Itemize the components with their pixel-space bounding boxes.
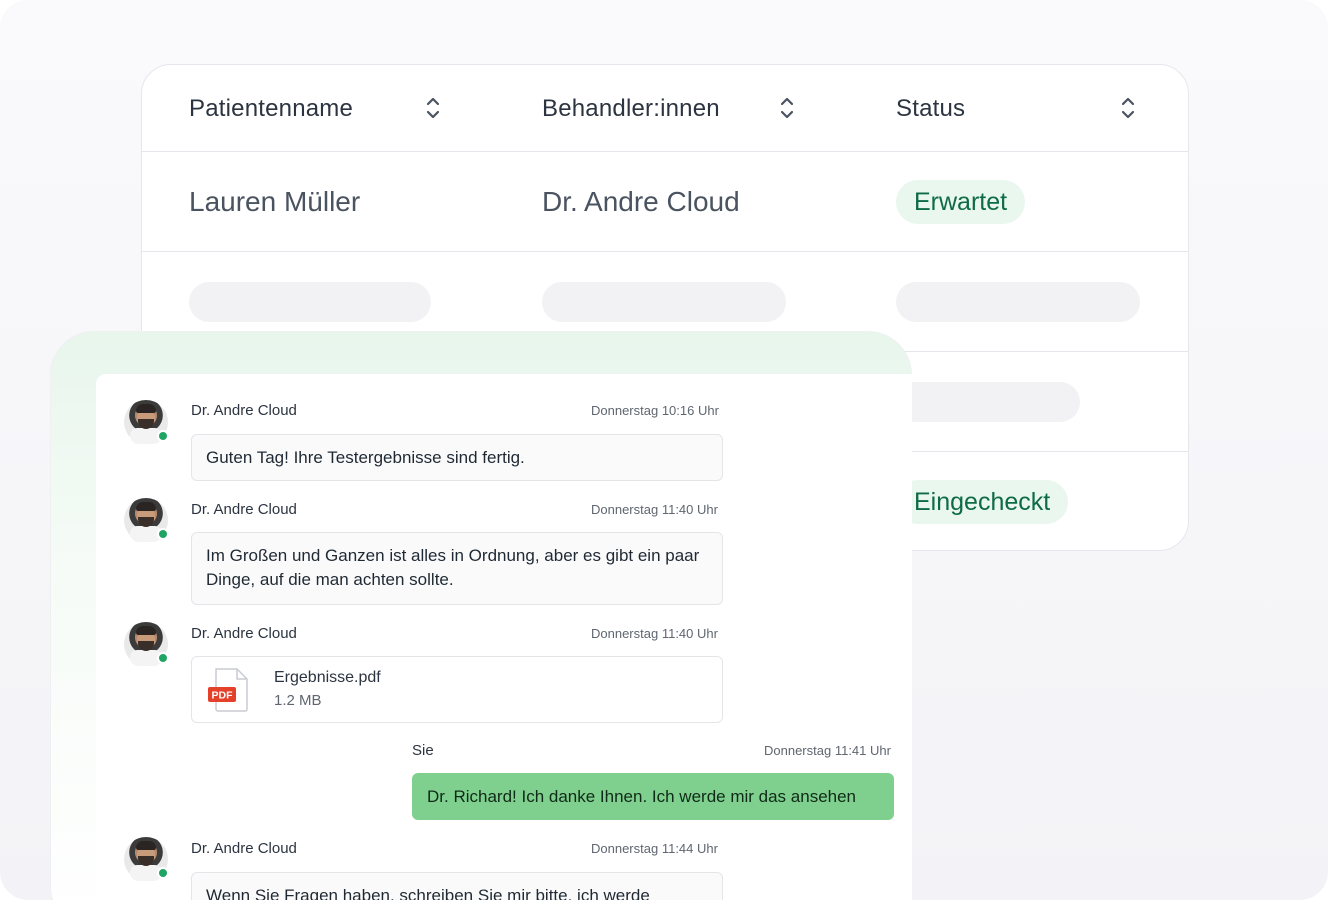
skeleton-bar <box>896 282 1140 322</box>
column-label: Patientenname <box>189 94 354 122</box>
online-status-dot <box>157 867 169 879</box>
patient-name-cell: Lauren Müller <box>189 186 361 217</box>
doctor-avatar[interactable] <box>124 400 169 444</box>
message-bubble: Wenn Sie Fragen haben, schreiben Sie mir… <box>191 872 723 900</box>
message-time: Donnerstag 10:16 Uhr <box>591 403 719 418</box>
sender-name: Dr. Andre Cloud <box>191 402 297 419</box>
online-status-dot <box>157 528 169 540</box>
online-status-dot <box>157 430 169 442</box>
sender-name: Sie <box>412 742 434 759</box>
sender-name: Dr. Andre Cloud <box>191 625 297 642</box>
sender-name: Dr. Andre Cloud <box>191 840 297 857</box>
column-header-patient[interactable]: Patientenname <box>189 65 353 152</box>
pdf-badge-label: PDF <box>212 690 234 702</box>
file-attachment[interactable]: PDF Ergebnisse.pdf 1.2 MB <box>191 656 723 723</box>
sort-updown-icon[interactable] <box>425 95 441 121</box>
column-label: Status <box>896 94 966 122</box>
skeleton-bar <box>542 282 786 322</box>
message-bubble: Im Großen und Ganzen ist alles in Ordnun… <box>191 532 723 605</box>
sender-name: Dr. Andre Cloud <box>191 501 297 518</box>
sort-updown-icon[interactable] <box>1120 95 1136 121</box>
file-name: Ergebnisse.pdf <box>274 669 381 686</box>
doctor-avatar[interactable] <box>124 837 169 881</box>
pdf-file-icon: PDF <box>208 668 248 712</box>
message-bubble: Guten Tag! Ihre Testergebnisse sind fert… <box>191 434 723 481</box>
status-badge: Erwartet <box>896 180 1026 224</box>
table-row[interactable]: Lauren Müller Dr. Andre Cloud Erwartet <box>142 152 1188 252</box>
file-size: 1.2 MB <box>274 692 322 709</box>
message-time: Donnerstag 11:40 Uhr <box>591 502 718 517</box>
message-time: Donnerstag 11:44 Uhr <box>591 841 718 856</box>
message-time: Donnerstag 11:40 Uhr <box>591 626 718 641</box>
skeleton-bar <box>896 382 1080 422</box>
column-header-status[interactable]: Status <box>896 65 965 152</box>
practitioner-cell: Dr. Andre Cloud <box>542 186 740 217</box>
chat-panel: Dr. Andre Cloud Donnerstag 10:16 Uhr Gut… <box>96 374 912 900</box>
column-label: Behandler:innen <box>542 94 720 122</box>
own-message-bubble: Dr. Richard! Ich danke Ihnen. Ich werde … <box>412 773 894 820</box>
column-header-practitioner[interactable]: Behandler:innen <box>542 65 720 152</box>
doctor-avatar[interactable] <box>124 622 169 666</box>
sort-updown-icon[interactable] <box>779 95 795 121</box>
status-badge: Eingecheckt <box>896 480 1069 524</box>
message-time: Donnerstag 11:41 Uhr <box>764 743 891 758</box>
skeleton-bar <box>189 282 431 322</box>
doctor-avatar[interactable] <box>124 498 169 542</box>
online-status-dot <box>157 652 169 664</box>
table-header: Patientenname Behandler:innen Status <box>142 65 1188 152</box>
